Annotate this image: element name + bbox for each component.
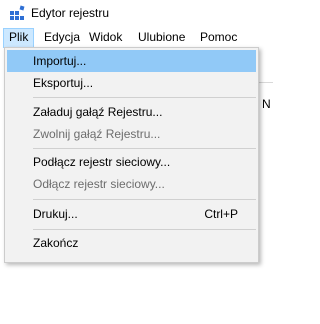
menu-widok[interactable]: Widok	[84, 28, 127, 48]
menu-bar: Plik Edycja Widok Ulubione Pomoc	[0, 28, 273, 48]
menu-item-unload-hive: Zwolnij gałąź Rejestru...	[7, 123, 256, 145]
menu-item-label: Podłącz rejestr sieciowy...	[33, 155, 171, 169]
menu-plik[interactable]: Plik	[3, 28, 35, 48]
menu-item-import[interactable]: Importuj...	[7, 50, 256, 72]
menu-item-label: Eksportuj...	[33, 76, 94, 90]
registry-editor-icon	[10, 5, 25, 20]
menu-item-shortcut: Ctrl+P	[204, 207, 238, 221]
menu-separator	[33, 229, 256, 230]
menu-item-label: Odłącz rejestr sieciowy...	[33, 177, 165, 191]
menu-item-export[interactable]: Eksportuj...	[7, 72, 256, 94]
menu-item-label: Zwolnij gałąź Rejestru...	[33, 127, 161, 141]
menu-pomoc[interactable]: Pomoc	[195, 28, 242, 48]
title-bar: Edytor rejestru	[0, 0, 273, 28]
menu-separator	[33, 148, 256, 149]
menu-item-load-hive[interactable]: Załaduj gałąź Rejestru...	[7, 101, 256, 123]
menu-item-disconnect-network-registry: Odłącz rejestr sieciowy...	[7, 173, 256, 195]
menu-ulubione[interactable]: Ulubione	[133, 28, 190, 48]
file-menu-dropdown: Importuj... Eksportuj... Załaduj gałąź R…	[4, 47, 259, 263]
menu-edycja[interactable]: Edycja	[39, 28, 85, 48]
menu-item-label: Zakończ	[33, 236, 79, 250]
menu-separator	[33, 199, 256, 200]
menu-item-label: Załaduj gałąź Rejestru...	[33, 105, 163, 119]
menu-item-label: Drukuj...	[33, 207, 78, 221]
menu-item-connect-network-registry[interactable]: Podłącz rejestr sieciowy...	[7, 151, 256, 173]
menu-item-print[interactable]: Drukuj... Ctrl+P	[7, 203, 256, 225]
column-header-partial-text: N	[262, 97, 271, 111]
window-title: Edytor rejestru	[31, 6, 110, 20]
menu-item-label: Importuj...	[33, 54, 87, 68]
menu-item-exit[interactable]: Zakończ	[7, 232, 256, 254]
menu-separator	[33, 97, 256, 98]
